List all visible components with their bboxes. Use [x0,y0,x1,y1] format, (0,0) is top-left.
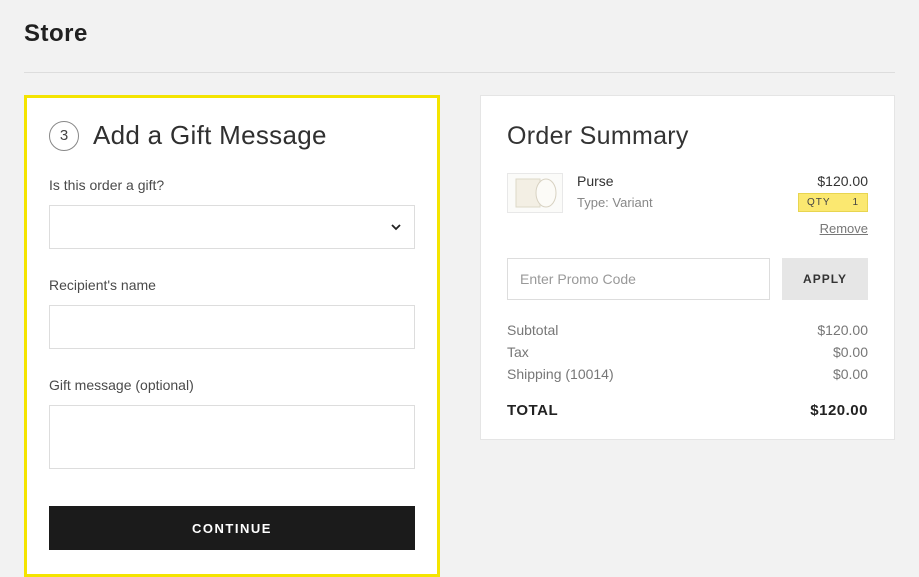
promo-code-input[interactable] [507,258,770,300]
order-summary-panel: Order Summary Purse $120.00 Type: Varian… [480,95,895,440]
summary-title: Order Summary [507,122,868,151]
recipient-label: Recipient's name [49,277,415,293]
step-number-badge: 3 [49,121,79,151]
product-thumbnail [507,173,563,213]
recipient-input[interactable] [49,305,415,349]
tax-value: $0.00 [833,344,868,360]
remove-link[interactable]: Remove [507,221,868,236]
total-line: TOTAL $120.00 [507,402,868,419]
tax-label: Tax [507,344,529,360]
subtotal-label: Subtotal [507,322,558,338]
gift-message-label: Gift message (optional) [49,377,415,393]
tax-line: Tax $0.00 [507,344,868,360]
qty-value: 1 [852,197,859,208]
item-price: $120.00 [817,173,868,189]
gift-message-panel: 3 Add a Gift Message Is this order a gif… [24,95,440,577]
shipping-line: Shipping (10014) $0.00 [507,366,868,382]
item-row-mid: Type: Variant QTY 1 [577,193,868,212]
cart-item: Purse $120.00 Type: Variant QTY 1 [507,173,868,213]
subtotal-value: $120.00 [817,322,868,338]
gift-message-textarea[interactable] [49,405,415,469]
apply-button[interactable]: APPLY [782,258,868,300]
shipping-value: $0.00 [833,366,868,382]
promo-row: APPLY [507,258,868,300]
item-type: Type: Variant [577,195,653,210]
item-name: Purse [577,173,614,189]
shipping-label: Shipping (10014) [507,366,614,382]
is-gift-label: Is this order a gift? [49,177,415,193]
item-info: Purse $120.00 Type: Variant QTY 1 [577,173,868,213]
subtotal-line: Subtotal $120.00 [507,322,868,338]
page-title: Store [24,20,895,48]
total-label: TOTAL [507,402,558,419]
item-row-top: Purse $120.00 [577,173,868,189]
qty-label: QTY [807,197,831,208]
continue-button[interactable]: CONTINUE [49,506,415,550]
content-area: 3 Add a Gift Message Is this order a gif… [0,73,919,577]
is-gift-select[interactable] [49,205,415,249]
is-gift-select-wrap [49,205,415,249]
total-value: $120.00 [810,402,868,419]
step-header: 3 Add a Gift Message [49,120,415,151]
qty-badge[interactable]: QTY 1 [798,193,868,212]
step-title: Add a Gift Message [93,120,327,151]
page-header: Store [0,0,919,72]
